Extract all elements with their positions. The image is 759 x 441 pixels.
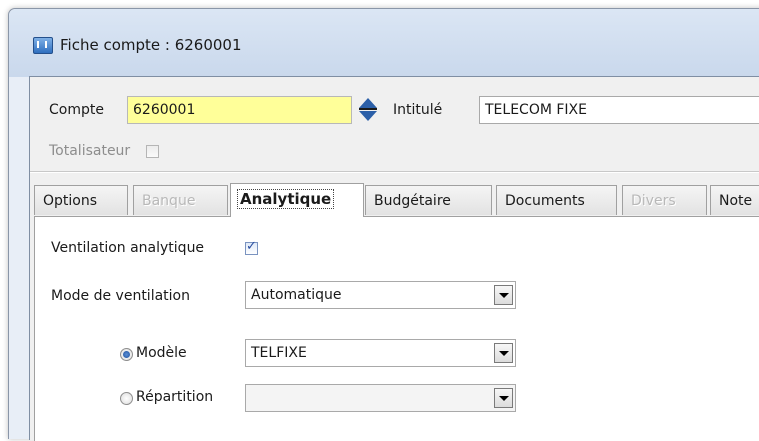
modele-radio[interactable] [120, 348, 133, 361]
repartition-select[interactable] [245, 384, 516, 412]
spin-arrows-icon[interactable] [357, 97, 379, 123]
repartition-radio[interactable] [120, 392, 133, 405]
tab-analytique-label: Analytique [237, 189, 335, 209]
tab-budgetaire[interactable]: Budgétaire [365, 185, 492, 215]
intitule-label: Intitulé [393, 102, 443, 118]
mode-ventilation-value: Automatique [251, 287, 342, 303]
ventilation-label: Ventilation analytique [51, 240, 205, 256]
tab-strip: Options Banque Analytique Budgétaire Doc… [34, 183, 759, 217]
account-window: Fiche compte : 6260001 Compte 6260001 In… [8, 8, 759, 441]
tab-options[interactable]: Options [34, 185, 128, 215]
intitule-field[interactable]: TELECOM FIXE [479, 96, 759, 124]
divider-highlight [30, 172, 759, 173]
window-app-icon [33, 37, 53, 54]
repartition-label: Répartition [136, 389, 214, 405]
tab-documents[interactable]: Documents [496, 185, 617, 215]
chevron-down-icon[interactable] [494, 343, 513, 363]
modele-label: Modèle [136, 345, 187, 361]
mode-ventilation-label: Mode de ventilation [51, 288, 190, 304]
totalisateur-label: Totalisateur [49, 143, 131, 159]
analytique-panel: Ventilation analytique Mode de ventilati… [34, 216, 759, 441]
tab-divers: Divers [622, 185, 707, 215]
compte-field[interactable]: 6260001 [127, 96, 352, 124]
modele-value: TELFIXE [251, 345, 307, 361]
chevron-down-icon[interactable] [494, 285, 513, 305]
window-title: Fiche compte : 6260001 [60, 36, 242, 54]
tab-analytique[interactable]: Analytique [230, 183, 364, 217]
title-bar: Fiche compte : 6260001 [9, 9, 759, 77]
totalisateur-checkbox[interactable] [146, 145, 159, 158]
compte-label: Compte [49, 102, 104, 118]
tab-note[interactable]: Note [710, 185, 759, 215]
chevron-down-icon[interactable] [494, 388, 513, 408]
mode-ventilation-select[interactable]: Automatique [245, 281, 516, 309]
ventilation-checkbox[interactable] [245, 239, 258, 255]
modele-select[interactable]: TELFIXE [245, 339, 516, 367]
window-client-area: Compte 6260001 Intitulé TELECOM FIXE Tot… [29, 76, 759, 441]
tab-banque: Banque [133, 185, 228, 215]
